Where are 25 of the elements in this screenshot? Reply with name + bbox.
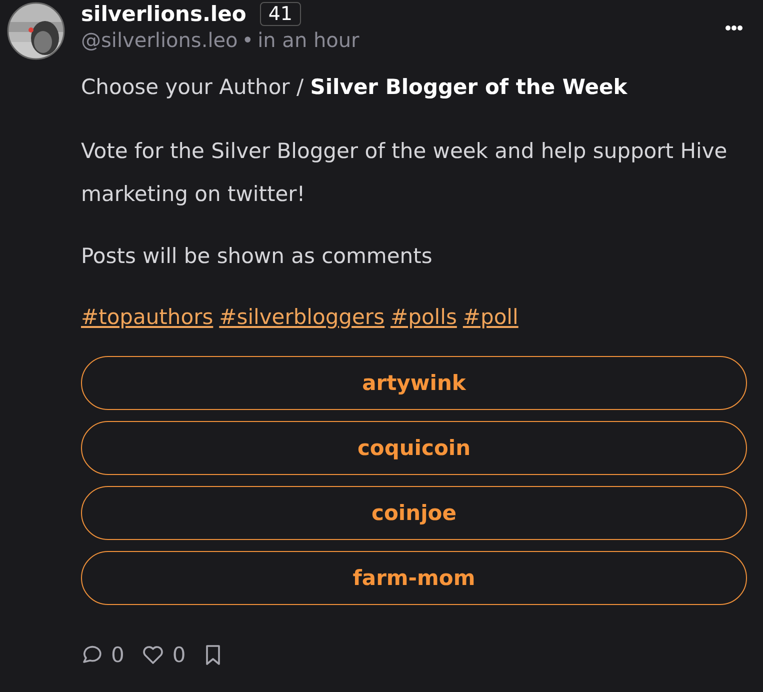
poll-option-button[interactable]: artywink (81, 356, 747, 410)
comment-button[interactable]: 0 (81, 643, 124, 667)
bookmark-button[interactable] (204, 643, 222, 667)
post-paragraph: Vote for the Silver Blogger of the week and help support Hive marketing on twitter! (81, 138, 728, 208)
reputation-badge: 41 (260, 2, 300, 26)
hashtag-link[interactable]: #polls (390, 305, 457, 329)
author-handle[interactable]: @silverlions.leo (81, 28, 238, 52)
comment-count: 0 (111, 643, 124, 667)
bookmark-icon (204, 644, 222, 666)
separator-dot: • (242, 28, 254, 52)
like-button[interactable]: 0 (142, 643, 186, 667)
like-count: 0 (172, 643, 186, 667)
heart-icon (142, 644, 164, 666)
author-name[interactable]: silverlions.leo (81, 1, 246, 27)
post-time: in an hour (258, 28, 360, 52)
poll-option-button[interactable]: coquicoin (81, 421, 747, 475)
poll-option-button[interactable]: farm-mom (81, 551, 747, 605)
post-title: Choose your Author / Silver Blogger of the Week (81, 75, 628, 99)
hashtag-link[interactable]: #poll (462, 305, 518, 329)
speech-bubble-icon (81, 644, 103, 666)
hashtag-link[interactable]: #silverbloggers (219, 305, 385, 329)
more-icon (725, 25, 743, 31)
hashtag-link[interactable]: #topauthors (81, 305, 214, 329)
post-paragraph: Posts will be shown as comments (81, 243, 434, 270)
poll-option-button[interactable]: coinjoe (81, 486, 747, 540)
